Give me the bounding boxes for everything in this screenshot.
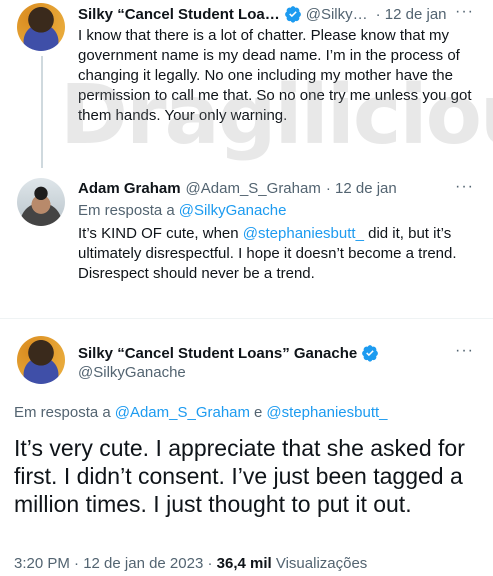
reply-mention-link[interactable]: @SilkyGanache xyxy=(179,202,287,219)
tweet-1-text: I know that there is a lot of chatter. P… xyxy=(78,27,472,124)
avatar-silky[interactable] xyxy=(17,3,65,51)
tweet-2-text: It’s KIND OF cute, when @stephaniesbutt_… xyxy=(78,224,478,284)
thread-line xyxy=(41,56,43,168)
display-name[interactable]: Silky “Cancel Student Loans” Ganache xyxy=(78,345,357,362)
display-name[interactable]: Adam Graham xyxy=(78,180,181,197)
handle[interactable]: @Silky… xyxy=(306,6,368,23)
timestamp[interactable]: · 12 de jan xyxy=(376,6,447,23)
handle[interactable]: @SilkyGanache xyxy=(78,364,186,381)
reply-conjunction: e xyxy=(254,404,263,421)
handle[interactable]: @Adam_S_Graham xyxy=(186,180,321,197)
reply-prefix: Em resposta a xyxy=(14,404,111,421)
reply-prefix: Em resposta a xyxy=(78,202,175,219)
display-name[interactable]: Silky “Cancel Student Loa… xyxy=(78,6,280,23)
tweet-3-text: It’s very cute. I appreciate that she as… xyxy=(14,435,465,517)
tweet-3-header: Silky “Cancel Student Loans” Ganache xyxy=(78,344,383,362)
reply-mention-link[interactable]: @Adam_S_Graham xyxy=(115,404,250,421)
avatar-silky[interactable] xyxy=(17,336,65,384)
timestamp[interactable]: · 12 de jan xyxy=(326,180,397,197)
more-options-icon[interactable]: ··· xyxy=(455,3,474,21)
reply-context: Em resposta a @Adam_S_Graham e @stephani… xyxy=(14,404,388,421)
tweet-1-header: Silky “Cancel Student Loa… @Silky… · 12 … xyxy=(78,5,447,23)
divider xyxy=(0,318,493,319)
more-options-icon[interactable]: ··· xyxy=(455,342,474,360)
more-options-icon[interactable]: ··· xyxy=(455,178,474,196)
verified-badge-icon xyxy=(362,345,379,362)
tweet-meta: 3:20 PM · 12 de jan de 2023 · 36,4 mil V… xyxy=(14,555,367,572)
reply-mention-link[interactable]: @stephaniesbutt_ xyxy=(266,404,387,421)
avatar-adam[interactable] xyxy=(17,178,65,226)
tweet-2-header: Adam Graham @Adam_S_Graham · 12 de jan xyxy=(78,180,397,197)
reply-context: Em resposta a @SilkyGanache xyxy=(78,202,287,219)
mention-link[interactable]: @stephaniesbutt_ xyxy=(243,225,364,242)
text-part: It’s KIND OF cute, when xyxy=(78,225,243,242)
tweet-time[interactable]: 3:20 PM · 12 de jan de 2023 · xyxy=(14,555,212,572)
views-label: Visualizações xyxy=(275,555,368,572)
verified-badge-icon xyxy=(284,6,301,23)
tweet-3-handle-row: @SilkyGanache xyxy=(78,364,186,381)
views-count[interactable]: 36,4 mil xyxy=(217,555,272,572)
